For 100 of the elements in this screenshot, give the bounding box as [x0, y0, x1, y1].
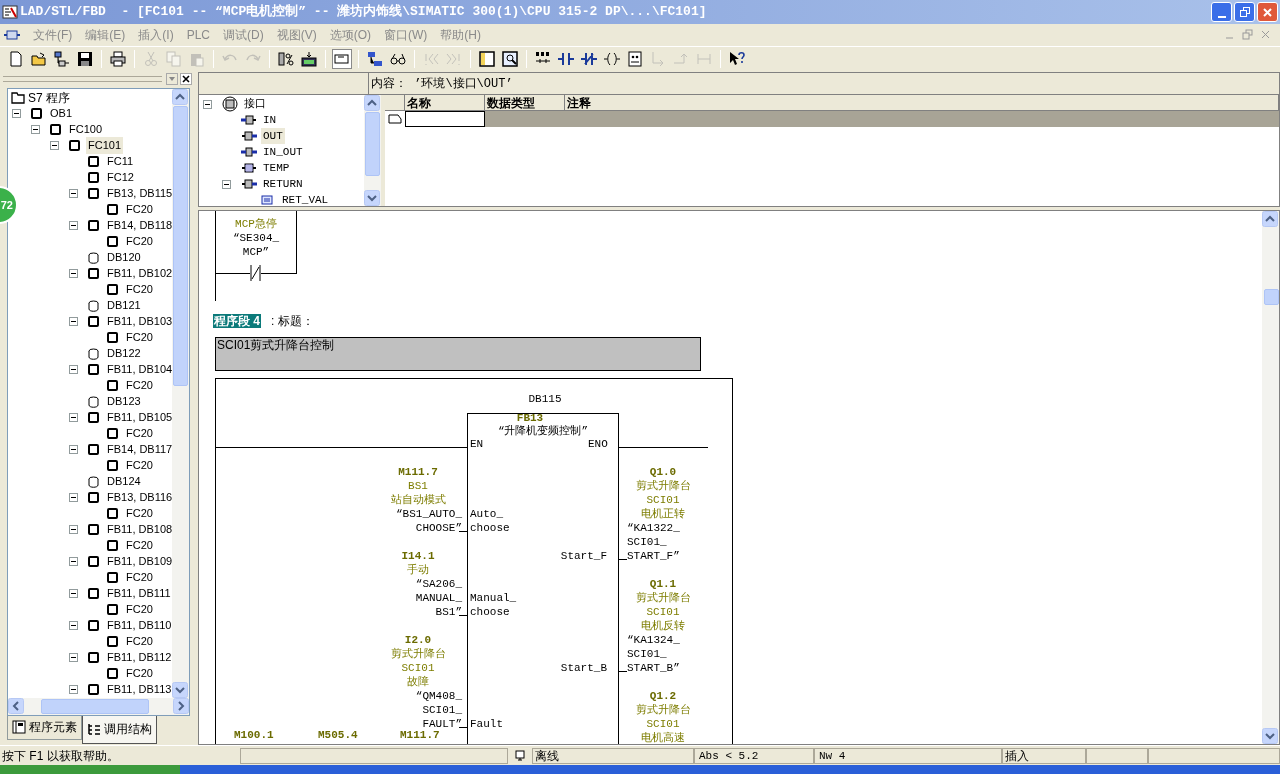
tree-item[interactable]: FB11, DB109: [105, 553, 172, 570]
tree-item[interactable]: FC20: [124, 329, 155, 346]
collapse-icon[interactable]: [50, 141, 59, 151]
collapse-icon[interactable]: [69, 493, 78, 503]
tree-item[interactable]: FC101: [86, 137, 124, 154]
tree-item[interactable]: FB11, DB112: [105, 649, 172, 666]
tree-item[interactable]: RET_VAL: [280, 191, 331, 206]
collapse-icon[interactable]: [69, 557, 78, 567]
scrollbar[interactable]: [1262, 211, 1279, 744]
tree-item[interactable]: FB14, DB118: [105, 217, 172, 234]
scroll-up-icon[interactable]: [172, 88, 188, 105]
tree-item[interactable]: IN_OUT: [261, 143, 305, 161]
scroll-thumb[interactable]: [173, 105, 188, 386]
close-button[interactable]: [1257, 2, 1278, 22]
column-header[interactable]: 名称: [405, 95, 485, 110]
tree-item[interactable]: FC12: [105, 169, 136, 186]
network-button[interactable]: [52, 48, 72, 69]
tree-item[interactable]: DB123: [105, 393, 143, 410]
tree-item[interactable]: FC20: [124, 425, 155, 442]
tree-item[interactable]: FC20: [124, 233, 155, 250]
tree-item[interactable]: FC20: [124, 201, 155, 218]
tree-item[interactable]: FC20: [124, 377, 155, 394]
scrollbar[interactable]: [172, 88, 189, 698]
collapse-icon[interactable]: [69, 589, 78, 599]
tree-item[interactable]: FC20: [124, 537, 155, 554]
maximize-button[interactable]: [1234, 2, 1255, 22]
tree-item[interactable]: S7 程序: [28, 88, 70, 107]
tree-item[interactable]: FB11, DB104: [105, 361, 172, 378]
tree-item[interactable]: DB121: [105, 297, 143, 314]
scrollbar[interactable]: [8, 697, 189, 715]
collapse-icon[interactable]: [69, 621, 78, 631]
scroll-left-icon[interactable]: [8, 698, 24, 715]
scroll-down-icon[interactable]: [172, 681, 188, 698]
network-label[interactable]: 程序段 4: [213, 314, 261, 328]
tab[interactable]: 调用结构: [82, 715, 157, 744]
collapse-icon[interactable]: [69, 445, 78, 455]
column-header[interactable]: 数据类型: [485, 95, 565, 110]
tree-item[interactable]: FC20: [124, 281, 155, 298]
collapse-icon[interactable]: [69, 269, 78, 279]
overview-button[interactable]: [332, 48, 352, 69]
scrollbar[interactable]: [364, 95, 381, 206]
status-position: Abs < 5.2: [694, 747, 814, 764]
scroll-down-icon[interactable]: [364, 190, 380, 206]
panel-button[interactable]: [477, 48, 497, 69]
printer-button[interactable]: [108, 48, 128, 69]
tree-item[interactable]: FB11, DB113: [105, 681, 172, 698]
collapse-icon[interactable]: [69, 221, 78, 231]
collapse-icon[interactable]: [31, 125, 40, 135]
tree-item[interactable]: FC11: [105, 153, 136, 170]
collapse-icon[interactable]: [69, 525, 78, 535]
collapse-icon[interactable]: [69, 653, 78, 663]
tree-item[interactable]: FB14, DB117: [105, 441, 172, 458]
tree-item[interactable]: FB13, DB116: [105, 489, 172, 506]
tab[interactable]: 程序元素: [7, 715, 82, 740]
tree-item[interactable]: FC20: [124, 633, 155, 650]
details-button[interactable]: [500, 48, 520, 69]
tree-item[interactable]: FB11, DB103: [105, 313, 172, 330]
scroll-up-icon[interactable]: [364, 95, 380, 111]
tree-item[interactable]: FC20: [124, 457, 155, 474]
input-field[interactable]: [405, 111, 485, 127]
tree-item[interactable]: FC20: [124, 601, 155, 618]
tree-item[interactable]: FC20: [124, 665, 155, 682]
scroll-thumb[interactable]: [365, 112, 380, 176]
column-header[interactable]: 注释: [565, 95, 1279, 110]
collapse-icon[interactable]: [222, 179, 231, 189]
tree-item[interactable]: FB11, DB111: [105, 585, 172, 602]
minimize-button[interactable]: [1211, 2, 1232, 22]
tree-item[interactable]: FB11, DB108: [105, 521, 172, 538]
scroll-right-icon[interactable]: [173, 698, 189, 715]
tree-item[interactable]: FB11, DB102: [105, 265, 172, 282]
collapse-icon[interactable]: [69, 413, 78, 423]
tree-item[interactable]: FB11, DB110: [105, 617, 172, 634]
tree-item[interactable]: RETURN: [261, 175, 305, 193]
scroll-thumb[interactable]: [41, 698, 149, 714]
instance-db-label: DB115: [527, 392, 563, 406]
tree-item[interactable]: IN: [261, 111, 279, 129]
collapse-icon[interactable]: [69, 317, 78, 327]
tree-item[interactable]: FB11, DB105: [105, 409, 172, 426]
tree-item[interactable]: FC20: [124, 505, 155, 522]
scroll-down-icon[interactable]: [1262, 728, 1278, 744]
close-icon[interactable]: [180, 72, 192, 85]
tree-item[interactable]: DB122: [105, 345, 143, 362]
tree-item[interactable]: FC20: [124, 569, 155, 586]
tree-item[interactable]: DB124: [105, 473, 143, 490]
tree-item[interactable]: OB1: [48, 105, 74, 122]
tree-item[interactable]: 接口: [242, 95, 268, 113]
scroll-thumb[interactable]: [1264, 289, 1279, 305]
scroll-up-icon[interactable]: [1262, 211, 1278, 227]
collapse-icon[interactable]: [203, 99, 212, 109]
collapse-icon[interactable]: [69, 189, 78, 199]
tree-item[interactable]: DB120: [105, 249, 143, 266]
tree-item[interactable]: FB13, DB115: [105, 185, 172, 202]
function-box-button[interactable]: [625, 48, 645, 69]
tree-item[interactable]: OUT: [261, 127, 285, 145]
collapse-icon[interactable]: [69, 685, 78, 695]
operand-comment: 剪式升降台: [634, 703, 692, 717]
tree-item[interactable]: FC100: [67, 121, 105, 138]
tree-item[interactable]: TEMP: [261, 159, 292, 177]
collapse-icon[interactable]: [69, 365, 78, 375]
collapse-icon[interactable]: [12, 109, 21, 119]
